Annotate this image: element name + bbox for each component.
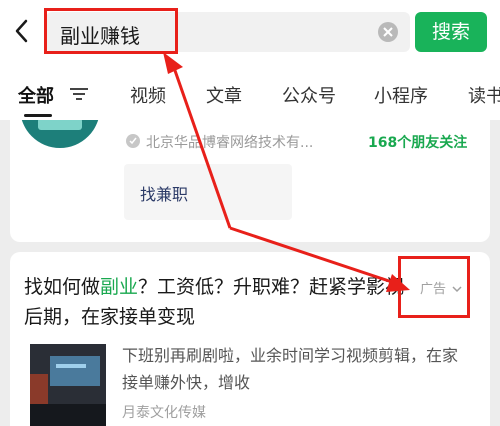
back-arrow-icon[interactable]: [12, 16, 32, 46]
ad-title-highlight: 副业: [100, 276, 139, 298]
ad-title[interactable]: 找如何做副业？工资低？升职难？赶紧学影视后期，在家接单变现: [24, 272, 406, 332]
ad-tag-highlight-box: [398, 256, 470, 318]
ad-description: 下班别再刷剧啦，业余时间学习视频剪辑，在家接单赚外快，增收: [122, 346, 459, 392]
filter-icon[interactable]: [68, 86, 90, 102]
tab-mini-program[interactable]: 小程序: [374, 82, 428, 108]
tab-article[interactable]: 文章: [206, 82, 242, 108]
search-query-highlight-box: [44, 8, 178, 54]
search-button[interactable]: 搜索: [415, 12, 487, 52]
tab-all[interactable]: 全部: [18, 82, 54, 108]
ad-source: 月泰文化传媒: [122, 405, 206, 421]
organization-name: 北京华品博睿网络技术有...: [146, 135, 314, 151]
result-type-tabs: 全部 视频 文章 公众号 小程序 读书: [0, 64, 500, 120]
tab-reading[interactable]: 读书: [468, 82, 500, 108]
tab-official-account[interactable]: 公众号: [282, 82, 336, 108]
ad-title-before: 找如何做: [24, 276, 101, 298]
find-part-time-button[interactable]: 找兼职: [124, 164, 292, 220]
ad-thumbnail[interactable]: [30, 344, 106, 426]
account-logo: [20, 120, 100, 148]
tab-video[interactable]: 视频: [130, 82, 166, 108]
account-result-card[interactable]: 北京华品博睿网络技术有... 168个朋友关注 找兼职: [10, 120, 490, 242]
friends-follow-count: 168个朋友关注: [368, 135, 468, 151]
active-tab-indicator: [24, 114, 52, 117]
service-label: 找兼职: [140, 185, 189, 204]
verified-icon: [126, 134, 140, 148]
clear-search-icon[interactable]: [378, 22, 398, 42]
